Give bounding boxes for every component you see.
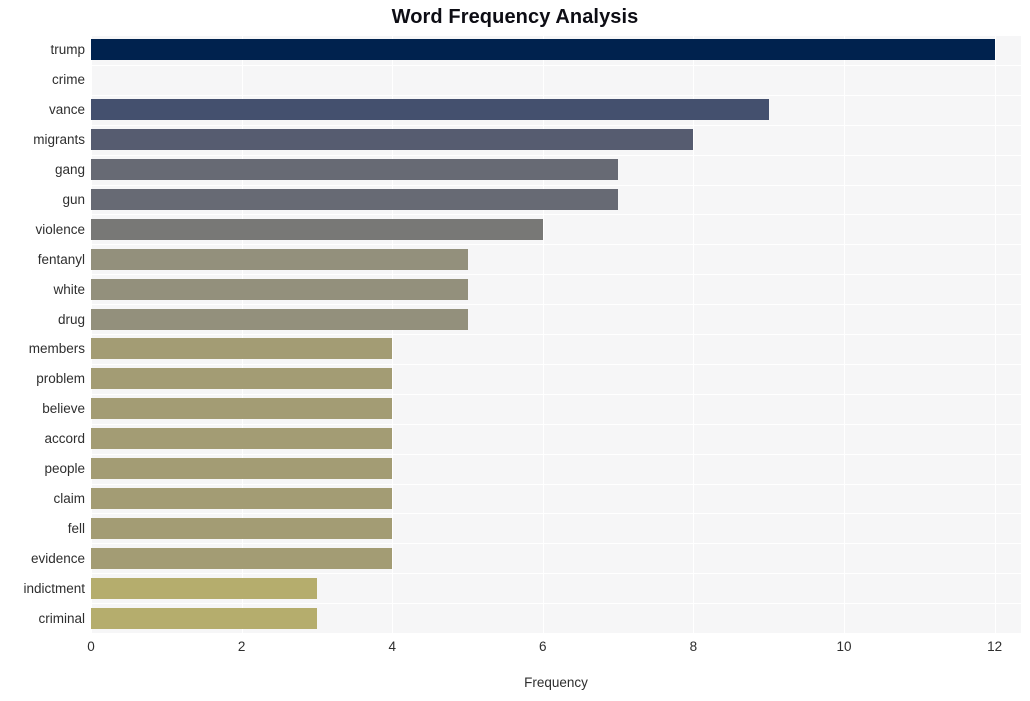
y-axis-label: white xyxy=(53,282,85,297)
word-frequency-chart: Word Frequency Analysis trump crime vance m… xyxy=(0,0,1030,701)
bar xyxy=(91,548,392,569)
y-axis-label: crime xyxy=(52,72,85,87)
gridline-horizontal xyxy=(91,155,1021,156)
plot-area xyxy=(91,35,1021,634)
bar xyxy=(91,189,618,210)
y-axis-label: problem xyxy=(36,371,85,386)
y-axis-label: fentanyl xyxy=(37,252,85,267)
x-axis-tick-label: 4 xyxy=(388,639,396,654)
y-axis-label: fell xyxy=(67,521,85,536)
bar xyxy=(91,309,468,330)
gridline-horizontal xyxy=(91,364,1021,365)
gridline-horizontal xyxy=(91,603,1021,604)
gridline-horizontal xyxy=(91,334,1021,335)
x-axis-tick-label: 10 xyxy=(836,639,852,654)
gridline-horizontal xyxy=(91,424,1021,425)
bar xyxy=(91,458,392,479)
gridline-horizontal xyxy=(91,573,1021,574)
y-axis-label: claim xyxy=(53,491,85,506)
bar xyxy=(91,518,392,539)
y-axis-label: gang xyxy=(54,162,85,177)
gridline-horizontal xyxy=(91,513,1021,514)
gridline-horizontal xyxy=(91,35,1021,36)
y-axis-label: trump xyxy=(50,42,85,57)
bar xyxy=(91,338,392,359)
gridline-horizontal xyxy=(91,65,1021,66)
gridline-horizontal xyxy=(91,394,1021,395)
bar xyxy=(91,608,317,629)
gridline-horizontal xyxy=(91,95,1021,96)
y-axis-tick-labels: trump crime vance migrants gang gun violence fe… xyxy=(0,35,85,633)
gridline-horizontal xyxy=(91,633,1021,634)
bar xyxy=(91,578,317,599)
y-axis-label: people xyxy=(44,461,85,476)
gridline-vertical xyxy=(242,35,243,633)
gridline-vertical xyxy=(693,35,694,633)
bar xyxy=(91,488,392,509)
y-axis-label: gun xyxy=(62,192,85,207)
bar xyxy=(91,219,543,240)
gridline-vertical xyxy=(392,35,393,633)
gridline-horizontal xyxy=(91,454,1021,455)
y-axis-label: accord xyxy=(44,431,85,446)
gridline-horizontal xyxy=(91,484,1021,485)
y-axis-label: drug xyxy=(57,312,85,327)
gridline-horizontal xyxy=(91,125,1021,126)
bar xyxy=(91,99,769,120)
gridline-vertical xyxy=(543,35,544,633)
bar xyxy=(91,39,995,60)
bar xyxy=(91,428,392,449)
x-axis-tick-labels: 0 2 4 6 8 10 12 xyxy=(0,639,1030,661)
bar xyxy=(91,129,693,150)
x-axis-title: Frequency xyxy=(524,675,588,690)
x-axis-tick-label: 2 xyxy=(237,639,246,654)
gridline-horizontal xyxy=(91,185,1021,186)
bar xyxy=(91,69,844,90)
bar xyxy=(91,249,468,270)
x-axis-tick-label: 8 xyxy=(689,639,698,654)
gridline-horizontal xyxy=(91,543,1021,544)
y-axis-label: believe xyxy=(42,401,85,416)
bar xyxy=(91,398,392,419)
y-axis-label: vance xyxy=(48,102,85,117)
gridline-horizontal xyxy=(91,304,1021,305)
bar xyxy=(91,368,392,389)
gridline-vertical xyxy=(844,35,845,633)
chart-title: Word Frequency Analysis xyxy=(391,6,639,28)
gridline-vertical xyxy=(995,35,996,633)
y-axis-label: violence xyxy=(35,222,85,237)
bar xyxy=(91,159,618,180)
y-axis-label: members xyxy=(28,341,85,356)
gridline-horizontal xyxy=(91,214,1021,215)
gridline-vertical xyxy=(91,35,92,633)
y-axis-label: migrants xyxy=(33,132,85,147)
y-axis-label: evidence xyxy=(30,551,85,566)
y-axis-label: indictment xyxy=(23,581,85,596)
gridline-horizontal xyxy=(91,244,1021,245)
x-axis-tick-label: 12 xyxy=(987,639,1003,654)
bar xyxy=(91,279,468,300)
x-axis-tick-label: 0 xyxy=(87,639,95,654)
x-axis-tick-label: 6 xyxy=(539,639,547,654)
y-axis-label: criminal xyxy=(38,611,85,626)
gridline-horizontal xyxy=(91,274,1021,275)
